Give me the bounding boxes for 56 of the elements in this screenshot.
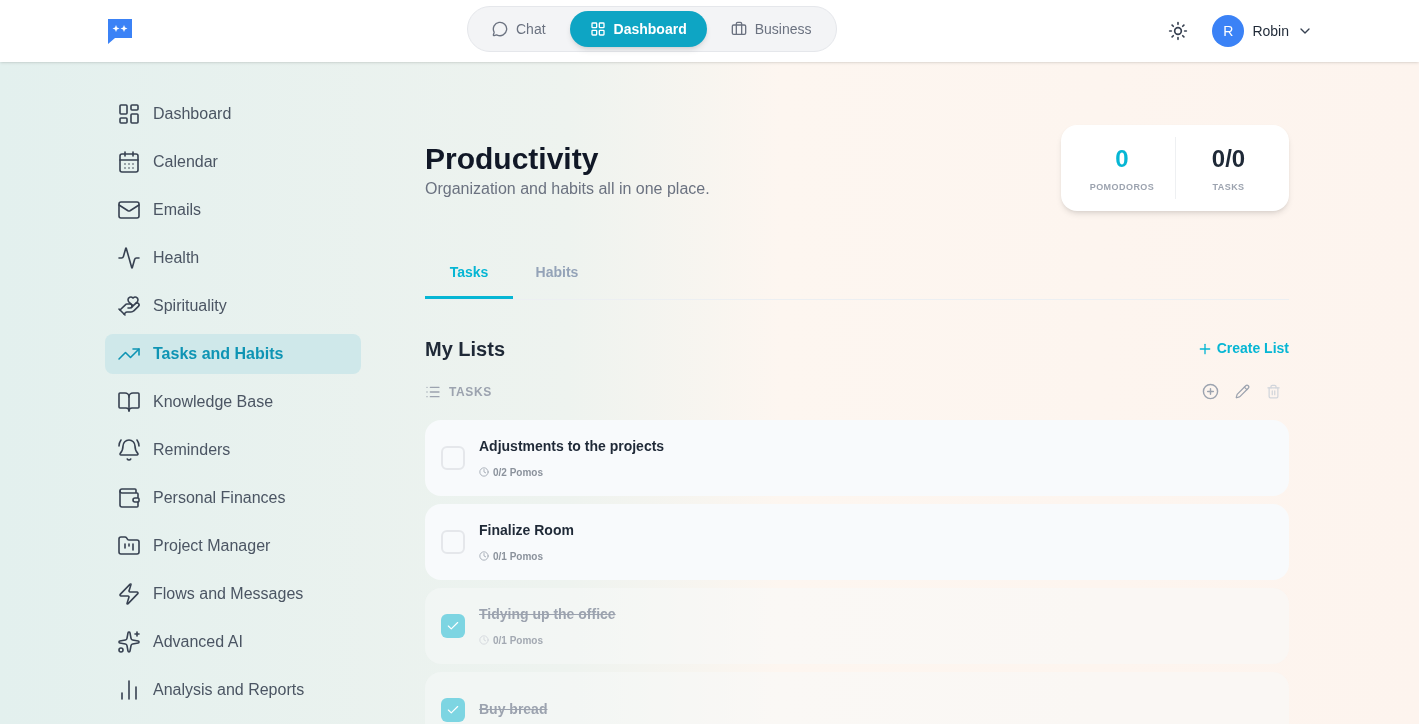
folder-icon	[117, 534, 141, 558]
logo-icon	[106, 17, 134, 45]
pomos-count: 0/2 Pomos	[493, 465, 544, 480]
book-icon	[117, 390, 141, 414]
task-checkbox[interactable]	[441, 697, 465, 722]
pulse-icon	[117, 246, 141, 270]
lightning-icon	[117, 582, 141, 606]
chat-bubble-icon	[492, 21, 508, 37]
dashboard-icon	[117, 102, 141, 126]
sidebar-item[interactable]: Spirituality	[105, 286, 361, 326]
task-checkbox[interactable]	[441, 613, 465, 638]
hand-heart-icon	[117, 294, 141, 318]
sidebar-item[interactable]: Knowledge Base	[105, 382, 361, 422]
stat-label: POMODOROS	[1089, 181, 1155, 194]
sparkles-icon	[117, 630, 141, 654]
pomos-count: 0/1 Pomos	[493, 633, 544, 648]
stat-value: 0/0	[1211, 144, 1246, 174]
user-name[interactable]: Robin	[1252, 20, 1289, 42]
task-title: Tidying up the office	[479, 604, 616, 624]
sidebar-item[interactable]: Project Manager	[105, 526, 361, 566]
sidebar-item[interactable]: Health	[105, 238, 361, 278]
pomos-count: 0/1 Pomos	[493, 549, 544, 564]
grid-icon	[589, 21, 606, 37]
sidebar-item[interactable]: Flows and Messages	[105, 574, 361, 614]
sidebar-item[interactable]: Personal Finances	[105, 478, 361, 518]
nav-tab[interactable]: Business	[710, 11, 832, 47]
page-title: Productivity	[425, 141, 600, 177]
sidebar-item[interactable]: Analysis and Reports	[105, 670, 361, 710]
calendar-icon	[117, 150, 141, 174]
stat-value: 0	[1115, 144, 1129, 174]
mail-icon	[117, 198, 141, 222]
add-icon[interactable]	[1202, 383, 1219, 400]
sidebar-item[interactable]: Advanced AI	[105, 622, 361, 662]
clock-icon	[479, 551, 489, 561]
wallet-icon	[117, 486, 141, 510]
page-subtitle: Organization and habits all in one place.	[425, 179, 710, 199]
bell-icon	[117, 438, 141, 462]
sidebar-item[interactable]: Calendar	[105, 142, 361, 182]
task-card[interactable]: Finalize Room 0/1 Pomos	[425, 503, 1289, 580]
delete-icon[interactable]	[1266, 384, 1281, 399]
task-card[interactable]: Adjustments to the projects 0/2 Pomos	[425, 419, 1289, 496]
nav-tab[interactable]: Chat	[472, 11, 566, 47]
avatar[interactable]: R	[1212, 15, 1245, 47]
task-title: Finalize Room	[479, 520, 574, 540]
theme-toggle-icon[interactable]	[1168, 21, 1189, 41]
sidebar-item[interactable]: Reminders	[105, 430, 361, 470]
sidebar-item[interactable]: Emails	[105, 190, 361, 230]
sidebar-item[interactable]: Dashboard	[105, 94, 361, 134]
section-title: My Lists	[425, 336, 506, 362]
briefcase-icon	[730, 21, 747, 37]
task-title: Adjustments to the projects	[479, 436, 665, 456]
stat-label: TASKS	[1212, 181, 1245, 194]
clock-icon	[479, 467, 489, 477]
edit-icon[interactable]	[1235, 384, 1250, 399]
list-name: TASKS	[449, 383, 492, 401]
task-title: Buy bread	[479, 700, 548, 719]
